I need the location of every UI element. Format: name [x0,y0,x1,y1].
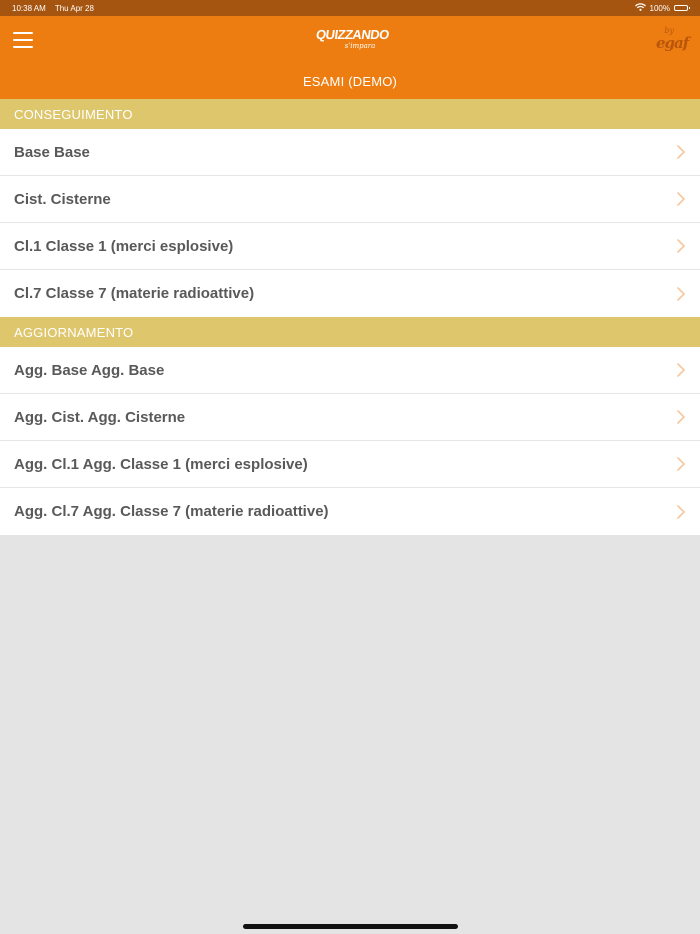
app-logo: QUIZZANDO s'impara [315,27,390,54]
list-item-label: Agg. Base Agg. Base [14,361,165,379]
chevron-right-icon [676,456,686,472]
list-item-label: Cl.1 Classe 1 (merci esplosive) [14,237,234,255]
list-item[interactable]: Agg. Cl.7 Agg. Classe 7 (materie radioat… [0,488,700,535]
list-item-label: Agg. Cist. Agg. Cisterne [14,408,186,426]
logo-main: QUIZZANDO [315,27,390,42]
list-item[interactable]: Cist. Cisterne [0,176,700,223]
hamburger-menu-icon[interactable] [13,32,33,48]
battery-icon [674,5,690,11]
section-header-conseguimento: CONSEGUIMENTO [0,99,700,129]
section-title: AGGIORNAMENTO [14,324,134,340]
list-item[interactable]: Agg. Cist. Agg. Cisterne [0,394,700,441]
wifi-icon [634,3,646,13]
list-item[interactable]: Agg. Cl.1 Agg. Classe 1 (merci esplosive… [0,441,700,488]
list-item-label: Base Base [14,143,90,161]
chevron-right-icon [676,504,686,520]
list-item[interactable]: Cl.1 Classe 1 (merci esplosive) [0,223,700,270]
logo-sub: s'impara [344,42,376,50]
chevron-right-icon [676,144,686,160]
brand-logo: by egaf [656,26,689,56]
battery-percent: 100% [649,3,670,13]
home-indicator[interactable] [243,924,458,929]
list-item[interactable]: Agg. Base Agg. Base [0,347,700,394]
list-item-label: Agg. Cl.7 Agg. Classe 7 (materie radioat… [14,503,329,520]
chevron-right-icon [676,409,686,425]
exam-list: CONSEGUIMENTO Base Base Cist. Cisterne C… [0,99,700,535]
status-bar: 10:38 AM Thu Apr 28 100% [0,0,700,16]
page-title: ESAMI (DEMO) [302,74,398,89]
list-item[interactable]: Base Base [0,129,700,176]
chevron-right-icon [676,191,686,207]
chevron-right-icon [676,286,686,302]
app-header: QUIZZANDO s'impara by egaf ESAMI (DEMO) [0,16,700,99]
brand-name: egaf [656,34,689,52]
list-item[interactable]: Cl.7 Classe 7 (materie radioattive) [0,270,700,317]
chevron-right-icon [676,362,686,378]
status-date: Thu Apr 28 [54,3,94,13]
section-title: CONSEGUIMENTO [14,106,133,122]
list-item-label: Agg. Cl.1 Agg. Classe 1 (merci esplosive… [14,455,308,473]
section-header-aggiornamento: AGGIORNAMENTO [0,317,700,347]
list-item-label: Cist. Cisterne [14,190,111,208]
list-item-label: Cl.7 Classe 7 (materie radioattive) [14,285,255,302]
chevron-right-icon [676,238,686,254]
status-time: 10:38 AM [12,3,46,13]
